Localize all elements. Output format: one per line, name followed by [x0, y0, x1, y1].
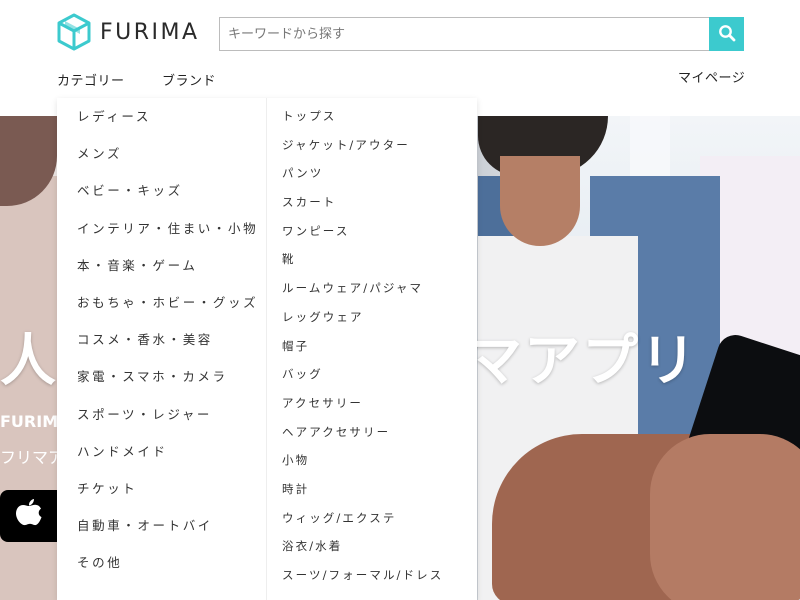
subcategory-item[interactable]: 浴衣/水着: [267, 532, 477, 561]
subcategory-item[interactable]: ジャケット/アウター: [267, 131, 477, 160]
hero-photo-neck: [500, 156, 580, 246]
logo-text: FURIMA: [100, 19, 200, 45]
subcategory-item[interactable]: ワンピース: [267, 217, 477, 246]
search-icon: [718, 24, 736, 45]
hero-title-left: 人: [0, 329, 58, 394]
nav-category[interactable]: カテゴリー: [57, 70, 125, 89]
site-logo[interactable]: FURIMA: [56, 13, 200, 51]
category-item[interactable]: ベビー・キッズ: [57, 172, 266, 209]
category-item[interactable]: メンズ: [57, 135, 266, 172]
category-list: レディース メンズ ベビー・キッズ インテリア・住まい・小物 本・音楽・ゲーム おもちゃ・…: [57, 98, 267, 600]
hero-title-right: マアプリ: [466, 329, 698, 394]
category-item[interactable]: その他: [57, 544, 266, 581]
hero-subtitle: フリマア: [0, 448, 65, 467]
subcategory-item[interactable]: 時計: [267, 475, 477, 504]
subcategory-item[interactable]: ウィッグ/エクステ: [267, 504, 477, 533]
category-item[interactable]: おもちゃ・ホビー・グッズ: [57, 284, 266, 321]
search-button[interactable]: [709, 17, 744, 51]
subcategory-item[interactable]: トップス: [267, 102, 477, 131]
category-dropdown: レディース メンズ ベビー・キッズ インテリア・住まい・小物 本・音楽・ゲーム おもちゃ・…: [57, 98, 477, 600]
subcategory-item[interactable]: アクセサリー: [267, 389, 477, 418]
subcategory-item[interactable]: 帽子: [267, 332, 477, 361]
category-item[interactable]: 本・音楽・ゲーム: [57, 247, 266, 284]
category-item[interactable]: ハンドメイド: [57, 433, 266, 470]
search-bar: [219, 17, 744, 51]
category-item[interactable]: レディース: [57, 98, 266, 135]
subcategory-list: トップス ジャケット/アウター パンツ スカート ワンピース靴ルームウェア/パジャマ レッ…: [267, 98, 477, 600]
category-item[interactable]: スポーツ・レジャー: [57, 396, 266, 433]
category-item[interactable]: チケット: [57, 470, 266, 507]
hero-photo-hand: [650, 434, 800, 600]
subcategory-item[interactable]: パンツ: [267, 159, 477, 188]
search-input[interactable]: [219, 17, 709, 51]
category-item[interactable]: 自動車・オートバイ: [57, 507, 266, 544]
subcategory-item[interactable]: ヘアアクセサリー: [267, 418, 477, 447]
nav-mypage[interactable]: マイページ: [678, 67, 745, 86]
subcategory-item[interactable]: 靴: [267, 245, 477, 274]
category-item[interactable]: コスメ・香水・美容: [57, 321, 266, 358]
nav-brand[interactable]: ブランド: [162, 70, 216, 89]
subcategory-item[interactable]: スーツ/フォーマル/ドレス: [267, 561, 477, 590]
subcategory-item[interactable]: バッグ: [267, 360, 477, 389]
cube-logo-icon: [56, 13, 92, 51]
subcategory-item[interactable]: スカート: [267, 188, 477, 217]
subcategory-item[interactable]: レッグウェア: [267, 303, 477, 332]
subcategory-item[interactable]: ルームウェア/パジャマ: [267, 274, 477, 303]
category-item[interactable]: 家電・スマホ・カメラ: [57, 358, 266, 395]
category-item[interactable]: インテリア・住まい・小物: [57, 210, 266, 247]
apple-icon: [14, 497, 44, 535]
subcategory-item[interactable]: 小物: [267, 446, 477, 475]
